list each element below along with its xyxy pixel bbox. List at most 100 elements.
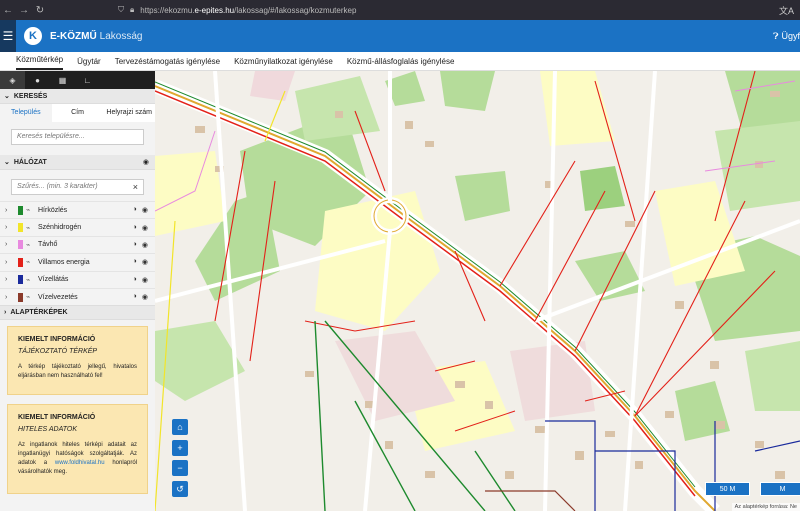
foldhivatal-link[interactable]: www.foldhivatal.hu: [55, 460, 105, 466]
layer-color-swatch: [18, 292, 23, 302]
green-area: [745, 341, 800, 411]
chevron-right-icon[interactable]: ›: [5, 224, 13, 231]
clear-icon[interactable]: ×: [133, 183, 138, 192]
layer-color-swatch: [18, 240, 23, 250]
search-section-header[interactable]: ⌄ KERESÉS: [0, 89, 155, 104]
layer-color-swatch: [18, 275, 23, 285]
opacity-icon[interactable]: ◑: [133, 241, 137, 249]
brand-name: E-KÖZMŰ: [50, 30, 97, 42]
home-icon[interactable]: ⌂: [172, 419, 188, 435]
info-box-tajekoztato: KIEMELT INFORMÁCIÓ TÁJÉKOZTATÓ TÉRKÉP A …: [7, 326, 148, 396]
app-header: ☰ K E-KÖZMŰ Lakosság ❓︎ Ügyf: [0, 20, 800, 52]
opacity-icon[interactable]: ◑: [133, 276, 137, 284]
eye-icon[interactable]: ◉: [142, 224, 148, 232]
layer-label: Villamos energia: [38, 258, 90, 266]
tab-kozmunyilatkozat[interactable]: Közműnyilatkozat igénylése: [234, 57, 333, 70]
help-button[interactable]: ❓︎ Ügyf: [773, 31, 800, 42]
layer-type-icon: ⌁: [26, 259, 31, 267]
eye-icon[interactable]: ◉: [142, 293, 148, 301]
map-canvas[interactable]: ⌂ + − ↺ 50 M M Az alaptérkép forrása: Ne: [155, 71, 800, 511]
undo-icon[interactable]: ↺: [172, 481, 188, 497]
help-icon: ❓︎: [773, 30, 779, 41]
opacity-icon[interactable]: ◑: [133, 206, 137, 214]
basemaps-section-title: ALAPTÉRKÉPEK: [10, 309, 68, 317]
network-section-header[interactable]: ⌄ HÁLÓZAT ◉: [0, 155, 155, 170]
main-tabs: Közműtérkép Ügytár Tervezéstámogatás igé…: [0, 52, 800, 71]
layer-row[interactable]: › ⌁ Villamos energia ◑ ◉: [0, 253, 155, 270]
eye-icon[interactable]: ◉: [142, 241, 148, 249]
info-icon[interactable]: ●: [25, 71, 50, 89]
tab-kozmu-allasfoglalas[interactable]: Közmű-állásfoglalás igénylése: [347, 57, 455, 70]
layer-label: Vízelvezetés: [38, 293, 78, 301]
chevron-right-icon[interactable]: ›: [5, 207, 13, 214]
opacity-icon[interactable]: ◑: [133, 224, 137, 232]
browser-toolbar: ← → ↻ ⛉ 🔒︎ https://ekozmu.e-epites.hu/la…: [0, 0, 800, 20]
basemaps-section-header[interactable]: › ALAPTÉRKÉPEK: [0, 305, 155, 321]
info-heading: KIEMELT INFORMÁCIÓ: [18, 414, 96, 422]
chevron-down-icon: ⌄: [4, 159, 10, 166]
chevron-right-icon[interactable]: ›: [5, 276, 13, 283]
translate-icon[interactable]: 文A: [779, 4, 794, 17]
scale-bar: 50 M: [705, 482, 750, 496]
chevron-right-icon[interactable]: ›: [5, 241, 13, 248]
layer-list: › ⌁ Hírközlés ◑ ◉ › ⌁ Szénhidrogén ◑ ◉ › ⌁ Távhő ◑ ◉ › ⌁…: [0, 201, 155, 305]
measure-icon[interactable]: ∟: [75, 71, 100, 89]
sidebar: ◈ ● ▦ ∟ ⌄ KERESÉS Település Cím Helyrajzi…: [0, 71, 155, 511]
url-domain: e-epites.hu: [194, 5, 235, 15]
tab-ugytar[interactable]: Ügytár: [77, 57, 101, 70]
sidebar-toolbar: ◈ ● ▦ ∟: [0, 71, 155, 89]
brand-subtitle: Lakosság: [99, 30, 143, 42]
eye-icon[interactable]: ◉: [143, 158, 149, 166]
layer-color-swatch: [18, 257, 23, 267]
opacity-icon[interactable]: ◑: [133, 258, 137, 266]
info-heading: KIEMELT INFORMÁCIÓ: [18, 336, 96, 344]
layer-type-icon: ⌁: [26, 241, 31, 249]
back-icon[interactable]: ←: [0, 5, 16, 16]
search-tab-telepules[interactable]: Település: [0, 104, 52, 122]
search-tab-helyrajzi-szam[interactable]: Helyrajzi szám: [103, 104, 155, 122]
logo-icon[interactable]: K: [24, 27, 42, 45]
layer-filter-input[interactable]: Szűrés... (min. 3 karakter) ×: [11, 179, 144, 195]
layer-label: Távhő: [38, 241, 58, 249]
settlement-search-input[interactable]: Keresés településre...: [11, 129, 144, 145]
info-text: Az ingatlanok hiteles térképi adatait az…: [18, 441, 137, 477]
eye-icon[interactable]: ◉: [142, 206, 148, 214]
opacity-icon[interactable]: ◑: [133, 293, 137, 301]
reload-icon[interactable]: ↻: [32, 5, 48, 16]
layer-row[interactable]: › ⌁ Szénhidrogén ◑ ◉: [0, 218, 155, 235]
layers-icon[interactable]: ◈: [0, 71, 25, 89]
zoom-in-button[interactable]: +: [172, 440, 188, 456]
forward-icon[interactable]: →: [16, 5, 32, 16]
layer-label: Vízellátás: [38, 276, 69, 284]
shield-icon: ⛉: [118, 5, 124, 14]
eye-icon[interactable]: ◉: [142, 276, 148, 284]
map-attribution: Az alaptérkép forrása: Ne: [731, 503, 800, 511]
chevron-right-icon[interactable]: ›: [5, 259, 13, 266]
layer-row[interactable]: › ⌁ Távhő ◑ ◉: [0, 235, 155, 253]
lock-icon: 🔒︎: [130, 5, 135, 14]
chevron-right-icon[interactable]: ›: [5, 294, 13, 301]
zoom-out-button[interactable]: −: [172, 460, 188, 476]
url-path: /lakossag/#/lakossag/kozmuterkep: [234, 5, 357, 15]
help-label: Ügyf: [781, 31, 800, 41]
eye-icon[interactable]: ◉: [142, 258, 148, 266]
hamburger-menu-icon[interactable]: ☰: [0, 20, 16, 52]
tab-kozmuterkep[interactable]: Közműtérkép: [16, 55, 64, 70]
info-subheading: TÁJÉKOZTATÓ TÉRKÉP: [18, 348, 98, 356]
address-bar[interactable]: ⛉ 🔒︎ https://ekozmu.e-epites.hu/lakossag…: [118, 5, 356, 15]
layer-label: Szénhidrogén: [38, 224, 82, 232]
print-icon[interactable]: ▦: [50, 71, 75, 89]
scale-bar-secondary: M: [760, 482, 800, 496]
layer-type-icon: ⌁: [26, 224, 31, 232]
layer-row[interactable]: › ⌁ Vízellátás ◑ ◉: [0, 270, 155, 288]
layer-row[interactable]: › ⌁ Hírközlés ◑ ◉: [0, 201, 155, 218]
tab-tervezestamogatas[interactable]: Tervezéstámogatás igénylése: [115, 57, 220, 70]
search-tabs: Település Cím Helyrajzi szám: [0, 104, 155, 122]
layer-type-icon: ⌁: [26, 276, 31, 284]
info-box-hiteles: KIEMELT INFORMÁCIÓ HITELES ADATOK Az ing…: [7, 404, 148, 495]
network-section-title: HÁLÓZAT: [13, 158, 47, 166]
layer-row[interactable]: › ⌁ Vízelvezetés ◑ ◉: [0, 287, 155, 305]
filter-placeholder: Szűrés... (min. 3 karakter): [17, 183, 98, 190]
layer-type-icon: ⌁: [26, 294, 31, 302]
search-tab-cim[interactable]: Cím: [52, 104, 104, 122]
